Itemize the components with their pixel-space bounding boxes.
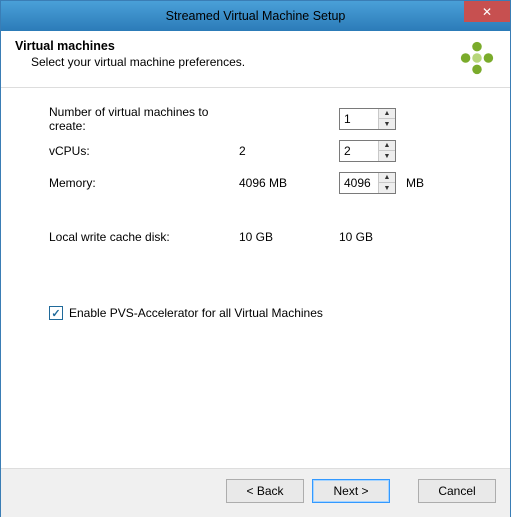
static-cache: 10 GB	[239, 230, 339, 244]
checkbox-label-pvs: Enable PVS-Accelerator for all Virtual M…	[69, 306, 323, 320]
input-vm-count[interactable]	[340, 109, 378, 129]
spin-down-icon[interactable]: ▼	[379, 119, 395, 129]
checkbox-row-pvs[interactable]: ✓ Enable PVS-Accelerator for all Virtual…	[49, 306, 470, 320]
spin-up-icon[interactable]: ▲	[379, 141, 395, 151]
brand-icon	[458, 39, 496, 77]
window-title: Streamed Virtual Machine Setup	[1, 9, 510, 23]
check-icon: ✓	[51, 307, 60, 320]
spinner-vcpus[interactable]: ▲ ▼	[339, 140, 396, 162]
spin-down-icon[interactable]: ▼	[379, 151, 395, 161]
close-button[interactable]: ✕	[464, 1, 510, 22]
spin-down-icon[interactable]: ▼	[379, 183, 395, 193]
spin-up-icon[interactable]: ▲	[379, 109, 395, 119]
titlebar: Streamed Virtual Machine Setup ✕	[1, 1, 510, 31]
spinner-memory[interactable]: ▲ ▼	[339, 172, 396, 194]
static-memory: 4096 MB	[239, 176, 339, 190]
cancel-button[interactable]: Cancel	[418, 479, 496, 503]
input-memory[interactable]	[340, 173, 378, 193]
page-heading: Virtual machines	[15, 39, 245, 53]
suffix-memory: MB	[396, 176, 424, 190]
label-vcpus: vCPUs:	[49, 144, 239, 158]
label-memory: Memory:	[49, 176, 239, 190]
next-button[interactable]: Next >	[312, 479, 390, 503]
wizard-header: Virtual machines Select your virtual mac…	[1, 31, 510, 88]
row-vm-count: Number of virtual machines to create: ▲ …	[49, 108, 470, 130]
checkbox-pvs[interactable]: ✓	[49, 306, 63, 320]
row-cache: Local write cache disk: 10 GB 10 GB	[49, 226, 470, 248]
back-button[interactable]: < Back	[226, 479, 304, 503]
spinner-vm-count[interactable]: ▲ ▼	[339, 108, 396, 130]
input-vcpus[interactable]	[340, 141, 378, 161]
label-cache: Local write cache disk:	[49, 230, 239, 244]
wizard-footer: < Back Next > Cancel	[1, 468, 510, 517]
spin-up-icon[interactable]: ▲	[379, 173, 395, 183]
page-subheading: Select your virtual machine preferences.	[31, 55, 245, 69]
close-icon: ✕	[482, 6, 492, 18]
row-memory: Memory: 4096 MB ▲ ▼ MB	[49, 172, 470, 194]
label-vm-count: Number of virtual machines to create:	[49, 105, 239, 133]
static-vcpus: 2	[239, 144, 339, 158]
content-area: Number of virtual machines to create: ▲ …	[1, 88, 510, 330]
value-cache: 10 GB	[339, 230, 401, 244]
row-vcpus: vCPUs: 2 ▲ ▼	[49, 140, 470, 162]
